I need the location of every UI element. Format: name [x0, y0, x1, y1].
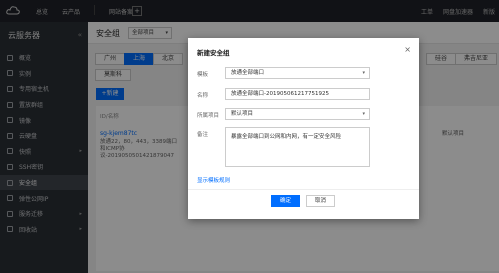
cancel-button[interactable]: 取消 [306, 195, 335, 207]
project-select-field-value: 默认项目 [231, 111, 254, 117]
project-select-field[interactable]: 默认项目 ▾ [225, 108, 370, 120]
name-label: 名称 [197, 93, 209, 99]
close-icon[interactable]: × [404, 45, 411, 54]
create-security-group-dialog: 新建安全组 × 模板 放通全部端口 ▾ 名称 放通全部端口-2019050612… [188, 38, 419, 219]
project-label: 所属项目 [197, 113, 220, 119]
template-select-value: 放通全部端口 [231, 70, 265, 76]
template-select[interactable]: 放通全部端口 ▾ [225, 67, 370, 79]
confirm-button[interactable]: 确定 [271, 195, 300, 207]
remark-textarea[interactable]: 暴露全部端口到公网和内网，有一定安全风险 [225, 127, 370, 167]
dialog-title: 新建安全组 [197, 49, 230, 57]
dialog-divider [188, 189, 419, 190]
template-label: 模板 [197, 72, 209, 78]
show-template-rules-link[interactable]: 显示模板规则 [197, 176, 230, 184]
name-input-value: 放通全部端口-2019050612177519​25 [231, 91, 329, 97]
name-input[interactable]: 放通全部端口-2019050612177519​25 [225, 88, 370, 100]
chevron-down-icon: ▾ [362, 111, 365, 117]
remark-label: 备注 [197, 132, 209, 138]
chevron-down-icon: ▾ [362, 70, 365, 76]
